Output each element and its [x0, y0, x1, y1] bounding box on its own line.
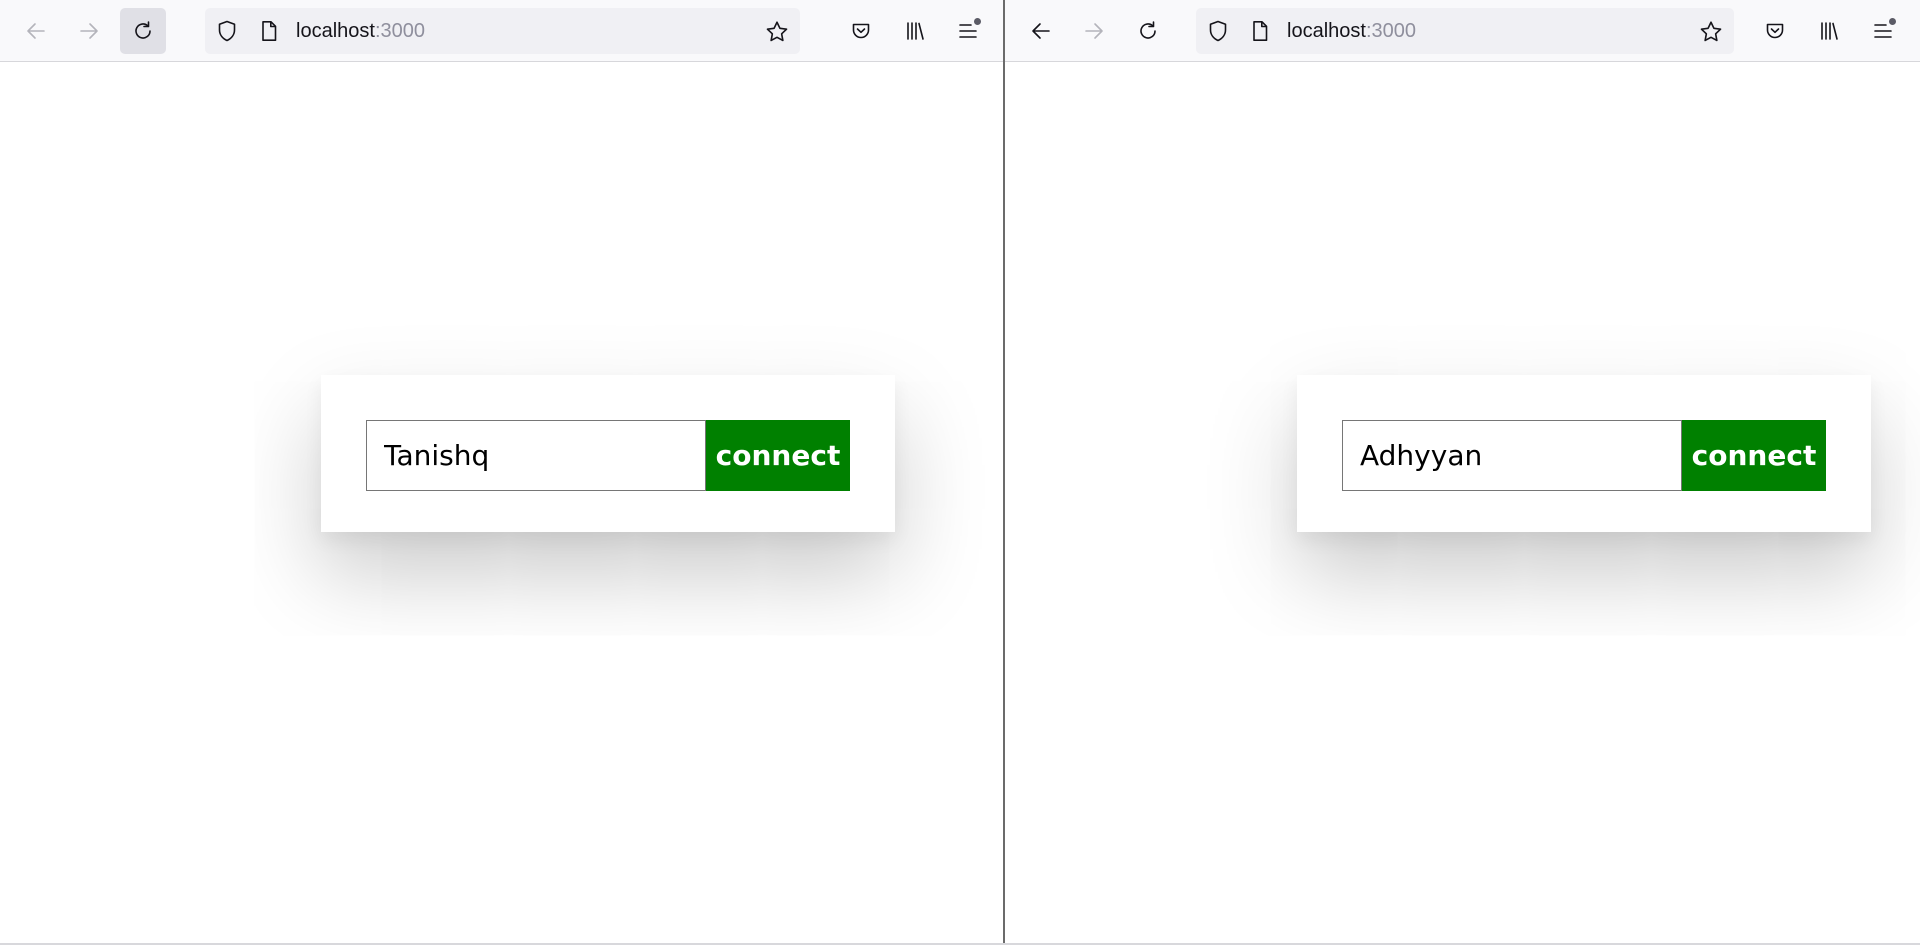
page-icon[interactable]: [257, 19, 281, 43]
connect-card: connect: [1297, 375, 1871, 532]
update-badge-dot: [1887, 16, 1898, 27]
browser-window-right: localhost:3000 Adhyyan connect: [1005, 0, 1920, 944]
library-button[interactable]: [1806, 8, 1852, 54]
page-content: connect: [1005, 62, 1920, 944]
update-badge-dot: [972, 16, 983, 27]
back-button[interactable]: [13, 8, 59, 54]
library-icon: [907, 22, 924, 40]
navigation-toolbar: localhost:3000: [0, 0, 1003, 62]
url-text[interactable]: localhost:3000: [296, 8, 425, 54]
star-icon[interactable]: [1698, 19, 1724, 45]
arrow-right-icon: [1085, 23, 1103, 39]
url-port: :3000: [1365, 20, 1416, 42]
username-input[interactable]: [366, 420, 706, 491]
shield-icon[interactable]: [215, 19, 239, 43]
library-icon: [1821, 22, 1838, 40]
app-menu-button[interactable]: [1860, 8, 1906, 54]
page-icon[interactable]: [1248, 19, 1272, 43]
connect-button[interactable]: connect: [706, 420, 850, 491]
forward-button[interactable]: [66, 8, 112, 54]
reload-icon: [1140, 21, 1156, 39]
pocket-icon: [1766, 23, 1784, 39]
pocket-icon: [852, 23, 870, 39]
library-button[interactable]: [892, 8, 938, 54]
arrow-right-icon: [80, 23, 98, 39]
browser-window-left: localhost:3000 Tanishq connect: [0, 0, 1003, 944]
reload-icon: [135, 21, 151, 39]
navigation-toolbar: localhost:3000: [1005, 0, 1920, 62]
url-host: localhost: [1287, 20, 1366, 42]
url-text[interactable]: localhost:3000: [1287, 8, 1416, 54]
pocket-button[interactable]: [1752, 8, 1798, 54]
star-icon[interactable]: [764, 19, 790, 45]
screen: localhost:3000 Tanishq connect localhost…: [0, 0, 1920, 945]
arrow-left-icon: [27, 23, 45, 39]
connect-button[interactable]: connect: [1682, 420, 1826, 491]
shield-icon[interactable]: [1206, 19, 1230, 43]
url-host: localhost: [296, 20, 375, 42]
reload-button[interactable]: [1125, 8, 1171, 54]
reload-button[interactable]: [120, 8, 166, 54]
forward-button[interactable]: [1071, 8, 1117, 54]
back-button[interactable]: [1018, 8, 1064, 54]
url-bar[interactable]: localhost:3000: [1196, 8, 1734, 54]
app-menu-button[interactable]: [945, 8, 991, 54]
connect-card: connect: [321, 375, 895, 532]
page-content: connect: [0, 62, 1003, 944]
url-port: :3000: [374, 20, 425, 42]
url-bar[interactable]: localhost:3000: [205, 8, 800, 54]
username-input[interactable]: [1342, 420, 1682, 491]
arrow-left-icon: [1032, 23, 1050, 39]
pocket-button[interactable]: [838, 8, 884, 54]
